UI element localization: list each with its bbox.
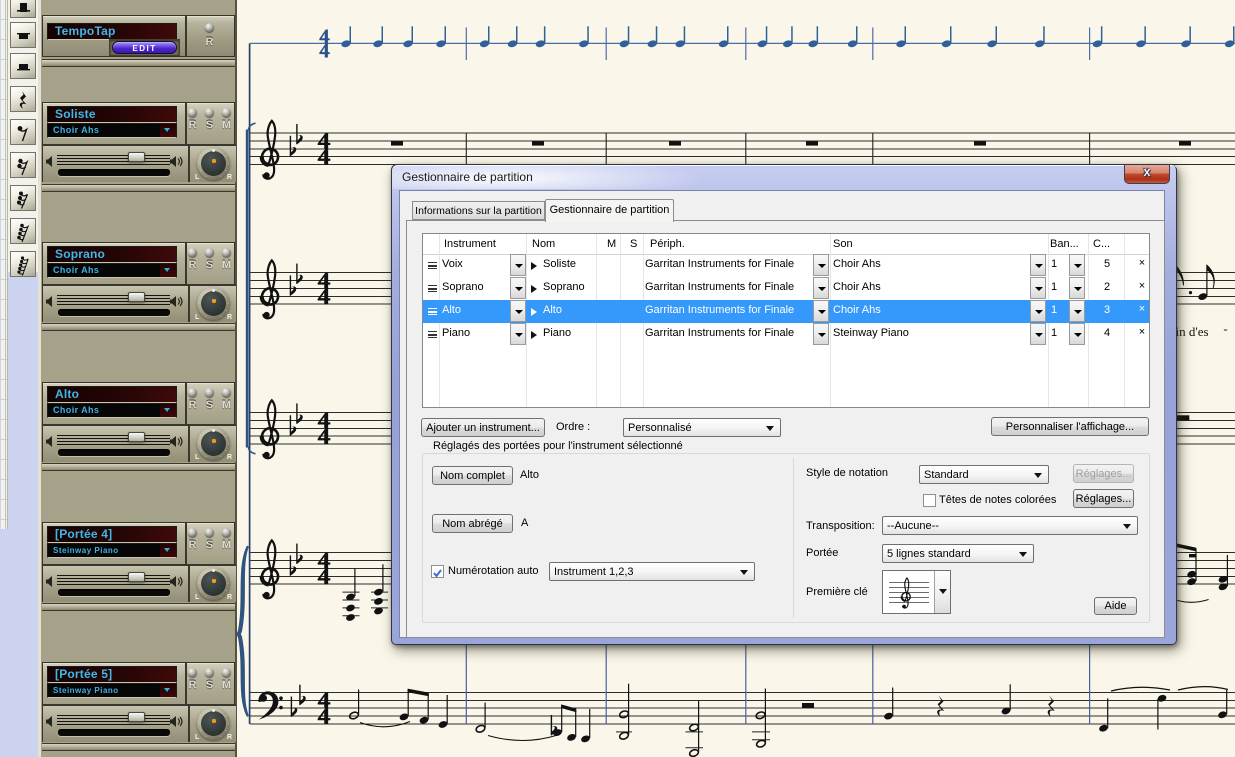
svg-text:-: -: [1223, 321, 1227, 336]
svg-text:in d'es: in d'es: [1176, 324, 1209, 339]
